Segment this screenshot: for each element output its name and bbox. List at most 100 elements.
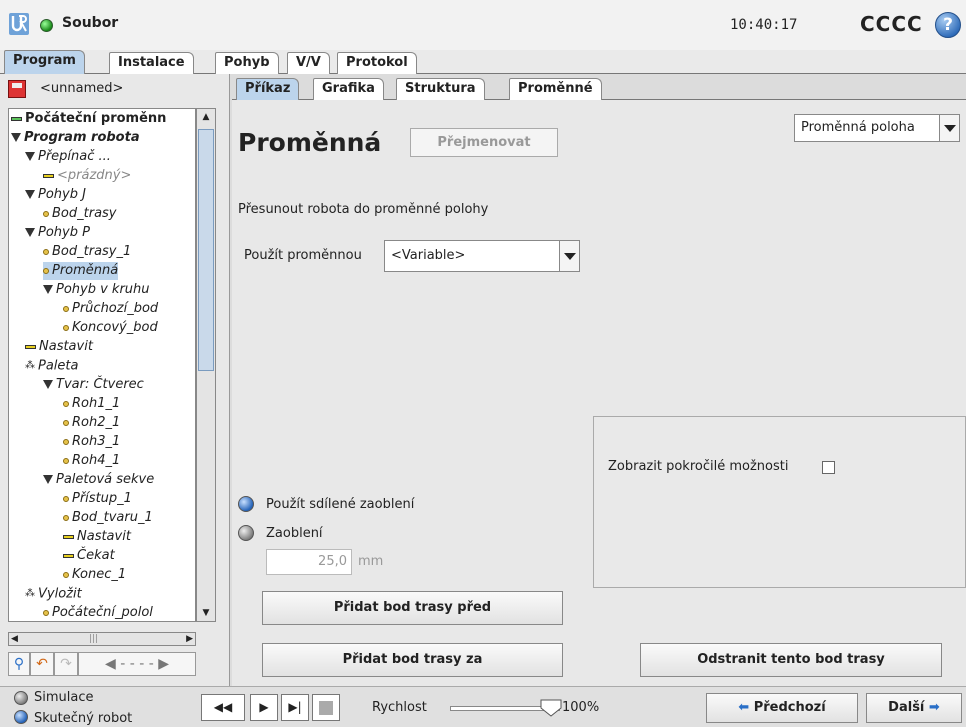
tree-node[interactable]: Počáteční proměnn: [11, 110, 166, 128]
scroll-down-icon[interactable]: ▼: [197, 605, 215, 621]
tree-node[interactable]: Pohyb J: [25, 186, 86, 204]
tree-node[interactable]: Roh2_1: [63, 414, 120, 432]
tree-node[interactable]: Paletová sekve: [43, 471, 154, 489]
tree-node[interactable]: Přístup_1: [63, 490, 132, 508]
tree-node[interactable]: Nastavit: [25, 338, 93, 356]
pallet-icon: ⁂: [25, 588, 35, 599]
redo-icon[interactable]: ↷: [54, 652, 78, 676]
shared-blend-radio[interactable]: [238, 496, 254, 512]
tab-installation[interactable]: Instalace: [109, 52, 194, 74]
waypoint-icon: [63, 305, 69, 312]
scroll-left-icon[interactable]: ◀: [11, 633, 18, 645]
step-icon[interactable]: ▶|: [281, 694, 309, 721]
tree-node-label: Pohyb P: [38, 225, 90, 240]
speed-slider-handle[interactable]: [540, 699, 562, 717]
file-menu[interactable]: Soubor: [62, 15, 118, 31]
tree-node[interactable]: Bod_trasy_1: [43, 243, 131, 261]
tree-node[interactable]: Proměnná: [43, 262, 119, 280]
scroll-up-icon[interactable]: ▲: [197, 109, 215, 125]
search-icon[interactable]: ⚲: [8, 652, 30, 676]
use-variable-label: Použít proměnnou: [244, 248, 362, 263]
tree-vertical-scrollbar[interactable]: ▲ ▼: [196, 108, 216, 622]
tree-node-label: Program robota: [24, 130, 140, 145]
tree-horizontal-scrollbar[interactable]: ◀ ||| ▶: [8, 632, 196, 646]
tree-node[interactable]: ⁂ Vyložit: [25, 585, 82, 603]
tree-node[interactable]: Čekat: [63, 547, 115, 565]
save-icon[interactable]: [8, 80, 26, 98]
tree-node[interactable]: Bod_trasy: [43, 205, 117, 223]
tab-log[interactable]: Protokol: [337, 52, 417, 74]
tree-node[interactable]: Roh3_1: [63, 433, 120, 451]
tab-move[interactable]: Pohyb: [215, 52, 279, 74]
tree-node-label: Tvar: Čtverec: [56, 377, 144, 392]
add-waypoint-after-button[interactable]: Přidat bod trasy za: [262, 643, 563, 677]
tree-node[interactable]: Nastavit: [63, 528, 131, 546]
tree-node-label: Pohyb v kruhu: [56, 282, 150, 297]
undo-icon[interactable]: ↶: [30, 652, 54, 676]
tree-node-label: Bod_tvaru_1: [72, 510, 153, 525]
tree-node[interactable]: Roh1_1: [63, 395, 120, 413]
tree-node[interactable]: Roh4_1: [63, 452, 120, 470]
simulation-label: Simulace: [34, 690, 94, 705]
chevron-down-icon: [559, 241, 579, 271]
speed-label: Rychlost: [372, 700, 427, 715]
tree-node[interactable]: Program robota: [11, 129, 140, 147]
simulation-radio[interactable]: [14, 691, 28, 705]
rename-button[interactable]: Přejmenovat: [410, 128, 558, 157]
command-panel: Proměnná Přejmenovat Proměnná poloha Pře…: [232, 100, 966, 686]
remove-waypoint-button[interactable]: Odstranit tento bod trasy: [640, 643, 942, 677]
tree-node[interactable]: Tvar: Čtverec: [43, 376, 144, 394]
bottom-bar: Simulace Skutečný robot ◀◀ ▶ ▶| Rychlost…: [0, 686, 966, 727]
tree-node-label: Proměnná: [52, 263, 119, 278]
advanced-options-checkbox[interactable]: [822, 461, 835, 474]
real-robot-radio[interactable]: [14, 710, 28, 724]
expand-triangle-icon: [25, 152, 35, 161]
tab-program[interactable]: Program: [4, 50, 85, 74]
tree-node[interactable]: <prázdný>: [43, 167, 131, 185]
next-button[interactable]: Další ➡: [866, 693, 962, 723]
waypoint-icon: [63, 324, 69, 331]
program-tree[interactable]: Počáteční proměnn Program robota Přepínač …: [8, 108, 196, 622]
expand-triangle-icon: [43, 285, 53, 294]
variable-select[interactable]: <Variable>: [384, 240, 580, 272]
program-tree-panel: <unnamed> Počáteční proměnn Program robot…: [0, 74, 230, 686]
tree-node[interactable]: Pohyb P: [25, 224, 90, 242]
tree-toolbar: ⚲ ↶ ↷ ◀ - - - - ▶: [8, 652, 196, 678]
tree-node[interactable]: Bod_tvaru_1: [63, 509, 153, 527]
waypoint-icon: [63, 514, 69, 521]
tree-node[interactable]: Konec_1: [63, 566, 126, 584]
add-waypoint-before-button[interactable]: Přidat bod trasy před: [262, 591, 563, 625]
waypoint-type-select[interactable]: Proměnná poloha: [794, 114, 960, 142]
tree-node[interactable]: ⁂ Paleta: [25, 357, 78, 375]
tab-graphics[interactable]: Grafika: [313, 78, 384, 100]
move-node-icon[interactable]: ◀ - - - - ▶: [78, 652, 196, 676]
tab-variables[interactable]: Proměnné: [509, 78, 602, 100]
tree-node[interactable]: Pohyb v kruhu: [43, 281, 150, 299]
tree-node[interactable]: Přepínač ...: [25, 148, 111, 166]
help-icon[interactable]: ?: [935, 12, 961, 38]
scrollbar-grip-icon[interactable]: |||: [89, 633, 98, 645]
tab-structure[interactable]: Struktura: [396, 78, 485, 100]
tree-node[interactable]: Průchozí_bod: [63, 300, 158, 318]
waypoint-icon: [43, 248, 49, 255]
play-icon[interactable]: ▶: [250, 694, 278, 721]
tab-command[interactable]: Příkaz: [236, 78, 300, 100]
chevron-down-icon: [939, 115, 959, 141]
previous-button[interactable]: ⬅ Předchozí: [706, 693, 858, 723]
blend-radius-input[interactable]: 25,0: [266, 549, 352, 575]
tab-io[interactable]: V/V: [287, 52, 330, 74]
rewind-icon[interactable]: ◀◀: [201, 694, 245, 721]
tree-node[interactable]: Koncový_bod: [63, 319, 158, 337]
scrollbar-thumb[interactable]: [198, 129, 214, 371]
tree-node-label: Koncový_bod: [72, 320, 158, 335]
robot-name: CCCC: [860, 12, 923, 36]
variable-value: <Variable>: [391, 248, 466, 263]
program-name: <unnamed>: [40, 81, 124, 96]
stop-icon[interactable]: [312, 694, 340, 721]
blend-radio[interactable]: [238, 525, 254, 541]
tree-node[interactable]: Počáteční_polol: [43, 604, 153, 621]
previous-label: Předchozí: [753, 700, 826, 715]
waypoint-icon: [63, 495, 69, 502]
scroll-right-icon[interactable]: ▶: [186, 633, 193, 645]
tree-node-label: Přístup_1: [72, 491, 132, 506]
